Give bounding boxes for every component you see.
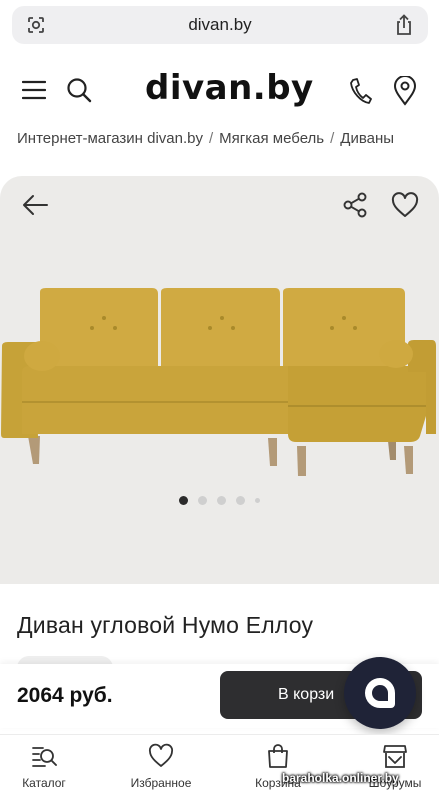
nav-item-cart[interactable]: Корзина <box>234 735 322 800</box>
breadcrumb: Интернет-магазин divan.by / Мягкая мебель /… <box>17 130 394 147</box>
heart-icon[interactable] <box>391 192 419 218</box>
carousel-dot[interactable] <box>236 496 245 505</box>
store-icon <box>383 745 407 768</box>
breadcrumb-item-sofas[interactable]: Диваны <box>340 130 394 147</box>
product-gallery[interactable] <box>0 176 439 584</box>
product-price: 2064 руб. <box>17 684 113 707</box>
bottom-navigation: Каталог Избранное Корзина Шоурумы <box>0 734 439 800</box>
browser-toolbar: divan.by <box>0 0 439 54</box>
location-pin-icon[interactable] <box>393 76 417 106</box>
heart-icon <box>149 743 173 767</box>
carousel-dots[interactable] <box>0 496 439 505</box>
breadcrumb-separator: / <box>330 130 335 147</box>
carousel-dot[interactable] <box>198 496 207 505</box>
breadcrumb-separator: / <box>209 130 214 147</box>
site-header: divan.by <box>0 56 439 122</box>
nav-item-catalog[interactable]: Каталог <box>0 735 88 800</box>
shopping-bag-icon <box>268 744 288 768</box>
site-logo[interactable]: divan.by <box>145 68 314 108</box>
nav-item-showrooms[interactable]: Шоурумы <box>351 735 439 800</box>
share-icon[interactable] <box>394 14 414 36</box>
catalog-search-icon <box>32 747 57 767</box>
address-bar[interactable]: divan.by <box>12 6 428 44</box>
carousel-dot[interactable] <box>255 498 260 503</box>
chat-button[interactable] <box>344 657 416 729</box>
phone-icon[interactable] <box>348 77 372 105</box>
carousel-dot[interactable] <box>179 496 188 505</box>
nav-label-favorites: Избранное <box>130 776 192 790</box>
nav-label-catalog: Каталог <box>22 776 66 790</box>
breadcrumb-item-upholstered[interactable]: Мягкая мебель <box>219 130 324 147</box>
sofa-image <box>1 288 436 476</box>
carousel-dot[interactable] <box>217 496 226 505</box>
back-arrow-icon[interactable] <box>22 194 48 216</box>
chat-bubble-icon <box>365 678 395 708</box>
search-icon[interactable] <box>66 77 92 103</box>
menu-icon[interactable] <box>22 80 46 100</box>
breadcrumb-item-shop[interactable]: Интернет-магазин divan.by <box>17 130 203 147</box>
product-title: Диван угловой Нумо Еллоу <box>17 612 314 638</box>
url-text[interactable]: divan.by <box>12 15 428 35</box>
share-icon[interactable] <box>342 192 368 218</box>
nav-item-favorites[interactable]: Избранное <box>117 735 205 800</box>
watermark: baraholka.onliner.by <box>282 771 399 785</box>
